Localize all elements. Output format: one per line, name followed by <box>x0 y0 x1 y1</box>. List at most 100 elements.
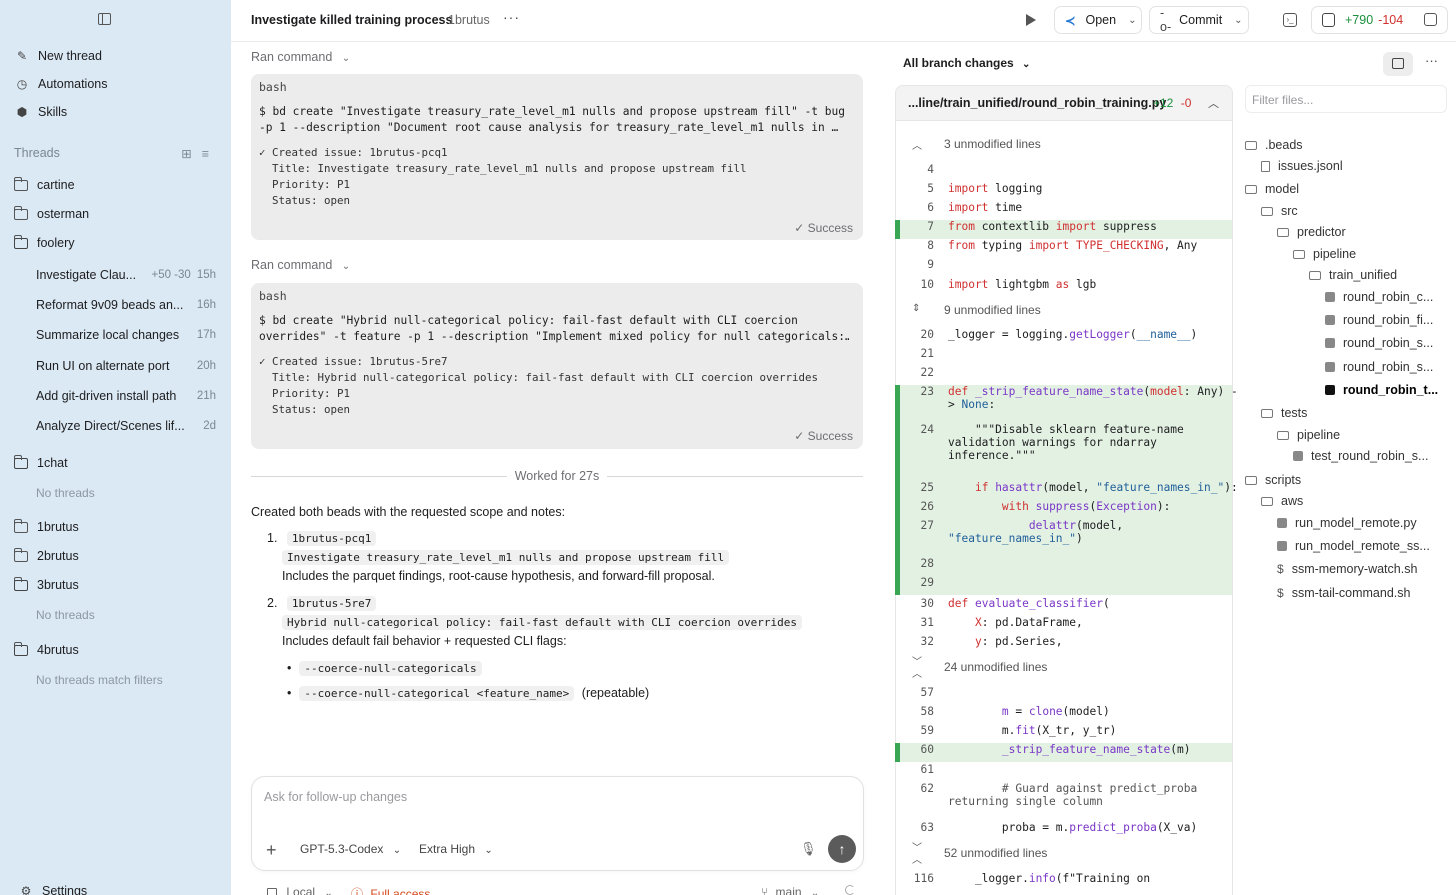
effort-select[interactable]: Extra High ⌄ <box>419 842 493 856</box>
tree-label: issues.jsonl <box>1278 159 1343 173</box>
tree-file[interactable]: round_robin_s... <box>1325 334 1433 352</box>
new-folder-icon[interactable]: ⊞ <box>181 147 201 161</box>
thread-item[interactable]: Summarize local changes 17h <box>36 324 216 346</box>
file-header[interactable]: ...line/train_unified/round_robin_traini… <box>895 85 1233 121</box>
add-attachment-icon[interactable]: + <box>266 840 277 861</box>
diff-icon <box>1322 13 1335 27</box>
expand-unmodified[interactable]: ﹀ ︿ 24 unmodified lines <box>896 653 1232 680</box>
tree-label: run_model_remote_ss... <box>1295 539 1430 553</box>
tree-folder[interactable]: aws <box>1261 492 1303 510</box>
send-button[interactable]: ↑ <box>828 835 856 863</box>
python-icon <box>1293 451 1303 461</box>
code-diff: ︿ 3 unmodified lines 4 5 import logging 6i… <box>895 121 1238 895</box>
commit-button[interactable]: -o- Commit ⌄ <box>1149 6 1249 34</box>
project-cartine[interactable]: cartine <box>14 174 75 196</box>
list-item: 1. 1brutus-pcq1 <box>267 531 377 546</box>
follow-up-input[interactable]: Ask for follow-up changes <box>264 790 844 830</box>
tree-folder[interactable]: tests <box>1261 404 1307 422</box>
sidebar-toggle-icon[interactable] <box>98 13 111 25</box>
branch-select[interactable]: ⑂ main ⌄ <box>761 885 819 895</box>
ran-command-toggle[interactable]: Ran command ⌄ <box>251 50 350 64</box>
expand-unmodified[interactable]: ﹀ ︿ 52 unmodified lines <box>896 839 1232 866</box>
chevron-down-icon: ⌄ <box>341 53 351 64</box>
model-select[interactable]: GPT-5.3-Codex ⌄ <box>300 842 401 856</box>
project-name: 1brutus <box>448 13 490 27</box>
file-name: ...line/train_unified/round_robin_traini… <box>908 96 1167 110</box>
tree-folder[interactable]: .beads <box>1245 136 1303 154</box>
thread-item[interactable]: Reformat 9v09 beads an... 16h <box>36 294 216 316</box>
python-icon <box>1325 338 1335 348</box>
branch-changes-select[interactable]: All branch changes ⌄ <box>903 56 1030 70</box>
access-select[interactable]: ⓘ Full access ⌄ <box>351 885 448 895</box>
tree-file[interactable]: round_robin_s... <box>1325 358 1433 376</box>
tree-label: tests <box>1281 406 1308 420</box>
folder-icon <box>1293 249 1305 259</box>
tree-folder[interactable]: train_unified <box>1309 266 1397 284</box>
settings-button[interactable]: ⚙ Settings <box>18 880 88 895</box>
tree-folder[interactable]: predictor <box>1277 223 1346 241</box>
thread-item[interactable]: Investigate Clau... +50 -30 15h <box>36 264 216 286</box>
filter-icon[interactable]: ≡ <box>202 147 219 161</box>
tree-file[interactable]: issues.jsonl <box>1261 157 1343 175</box>
chevron-down-icon: ⌄ <box>1128 14 1137 26</box>
laptop-icon <box>267 888 277 895</box>
tree-folder[interactable]: src <box>1261 202 1298 220</box>
tree-folder[interactable]: pipeline <box>1277 426 1340 444</box>
command-output: ✓ Created issue: 1brutus-pcq1 Title: Inv… <box>259 146 747 207</box>
tree-file[interactable]: round_robin_t... <box>1325 381 1438 399</box>
chevron-down-icon: ⌄ <box>392 845 402 856</box>
tree-file[interactable]: $ ssm-memory-watch.sh <box>1277 560 1417 578</box>
tree-file[interactable]: $ ssm-tail-command.sh <box>1277 584 1410 602</box>
project-1brutus[interactable]: 1brutus <box>14 516 79 538</box>
project-4brutus[interactable]: 4brutus <box>14 639 79 661</box>
view-toggle-button[interactable] <box>1383 52 1413 76</box>
terminal-icon[interactable]: ›_ <box>1283 13 1297 27</box>
status-success: ✓ Success <box>794 221 853 235</box>
automations-button[interactable]: ◷ Automations <box>14 73 108 95</box>
open-button[interactable]: ≺ Open ⌄ <box>1054 6 1142 34</box>
filter-files-input[interactable]: Filter files... <box>1245 85 1447 113</box>
project-1chat[interactable]: 1chat <box>14 452 68 474</box>
folder-open-icon <box>14 576 28 591</box>
project-3brutus[interactable]: 3brutus <box>14 574 79 596</box>
tree-folder[interactable]: pipeline <box>1293 245 1356 263</box>
worked-divider: Worked for 27s <box>251 469 863 483</box>
thread-item[interactable]: Add git-driven install path 21h <box>36 385 216 407</box>
project-2brutus[interactable]: 2brutus <box>14 545 79 567</box>
skills-button[interactable]: ⬢ Skills <box>14 101 67 123</box>
thread-title: Investigate killed training process <box>251 13 453 27</box>
tree-file[interactable]: round_robin_fi... <box>1325 311 1433 329</box>
thread-item[interactable]: Analyze Direct/Scenes lif... 2d <box>36 415 216 437</box>
clock-icon: ◷ <box>16 77 28 91</box>
folder-icon <box>14 518 28 533</box>
new-thread-button[interactable]: ✎ New thread <box>14 45 102 67</box>
more-icon[interactable]: ··· <box>503 9 520 25</box>
folder-icon <box>1261 408 1273 418</box>
project-foolery[interactable]: foolery <box>14 232 75 254</box>
tree-label: .beads <box>1265 138 1303 152</box>
folder-icon <box>1245 475 1257 485</box>
tree-folder[interactable]: model <box>1245 180 1299 198</box>
tree-file[interactable]: run_model_remote.py <box>1277 514 1417 532</box>
tree-label: ssm-tail-command.sh <box>1291 586 1411 600</box>
tree-folder[interactable]: scripts <box>1245 471 1301 489</box>
tree-label: src <box>1281 204 1298 218</box>
more-icon[interactable]: ··· <box>1425 53 1438 68</box>
command-output-box: bash $ bd create "Hybrid null-categorica… <box>251 283 863 449</box>
chevron-up-icon[interactable]: ︿ <box>1208 95 1219 111</box>
tree-file[interactable]: round_robin_c... <box>1325 288 1433 306</box>
tree-file[interactable]: test_round_robin_s... <box>1293 447 1428 465</box>
microphone-icon[interactable]: 🎙 <box>800 841 817 857</box>
composer: Ask for follow-up changes + GPT-5.3-Code… <box>251 776 864 871</box>
project-osterman[interactable]: osterman <box>14 203 89 225</box>
play-icon[interactable] <box>1026 14 1036 26</box>
environment-select[interactable]: Local ⌄ <box>267 885 333 895</box>
thread-item[interactable]: Run UI on alternate port 20h <box>36 355 216 377</box>
chat-pane: Ran command ⌄ bash $ bd create "Investig… <box>231 43 883 895</box>
ran-command-toggle[interactable]: Ran command ⌄ <box>251 258 350 272</box>
tree-label: test_round_robin_s... <box>1311 449 1429 463</box>
copy-icon[interactable] <box>1424 13 1437 26</box>
command-output: ✓ Created issue: 1brutus-5re7 Title: Hyb… <box>259 355 819 416</box>
tree-file[interactable]: run_model_remote_ss... <box>1277 537 1430 555</box>
threads-header: Threads ⊞≡ <box>14 146 219 161</box>
